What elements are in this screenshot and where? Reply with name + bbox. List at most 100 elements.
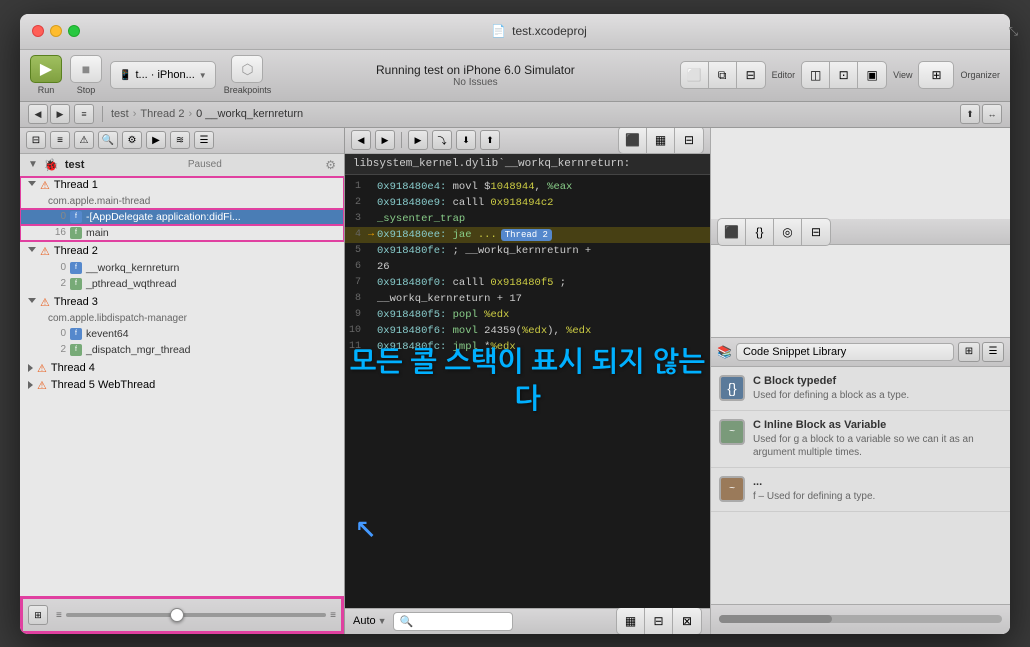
forward-button[interactable]: ▶ (50, 104, 70, 124)
code-line-8: 8 __workq_kernreturn + 17 (345, 291, 710, 307)
snippet-grid-btn[interactable]: ⊞ (958, 342, 980, 362)
breadcrumb-func[interactable]: 0 __workq_kernreturn (196, 108, 303, 120)
arrow-annotation: ↖ (355, 505, 377, 548)
status-sub-text: No Issues (453, 77, 497, 88)
frame-2-pthread[interactable]: 2 f _pthread_wqthread (20, 276, 344, 292)
snippet-list-btn[interactable]: ☰ (982, 342, 1004, 362)
sidebar-btn-3[interactable]: ⚠ (74, 131, 94, 149)
frame-0-workq[interactable]: 0 f __workq_kernreturn (20, 260, 344, 276)
thread1-toggle[interactable] (28, 181, 36, 190)
code-editor: libsystem_kernel.dylib`__workq_kernretur… (345, 154, 710, 608)
search-icon: 🔍 (400, 615, 414, 628)
sidebar-btn-6[interactable]: ▶ (146, 131, 166, 149)
snippet-library-icon: 📚 (717, 345, 732, 359)
version-editor-btn[interactable]: ⊟ (737, 61, 765, 89)
thread4-toggle[interactable] (28, 364, 33, 372)
related-btn[interactable]: ↔ (982, 104, 1002, 124)
editor-play-btn[interactable]: ▶ (408, 130, 428, 150)
sidebar-btn-5[interactable]: ⚙ (122, 131, 142, 149)
debug-vars-btn[interactable]: ▦ (647, 128, 675, 155)
minimize-button[interactable] (50, 25, 62, 37)
thread3-header[interactable]: ⚠ Thread 3 (20, 294, 344, 311)
frame-16-main[interactable]: 16 f main (20, 225, 344, 241)
debug-console-btn[interactable]: ⬛ (619, 128, 647, 155)
sidebar-btn-8[interactable]: ☰ (194, 131, 214, 149)
search-box[interactable]: 🔍 (393, 612, 513, 631)
organizer-button[interactable]: ⊞ (918, 61, 954, 89)
panel-btn-3[interactable]: ◎ (774, 218, 802, 246)
run-button[interactable]: ▶ Run (30, 55, 62, 95)
panel-btn-2[interactable]: {} (746, 218, 774, 246)
snippet-selector[interactable]: Code Snippet Library (736, 343, 954, 361)
snippet-text-0: C Block typedef Used for defining a bloc… (753, 375, 909, 402)
debug-grid-btn[interactable]: ⊞ (28, 605, 48, 625)
editor-step-out-btn[interactable]: ⬆ (480, 130, 500, 150)
scheme-selector[interactable]: 📱 t... · iPhon... ▼ (110, 61, 216, 89)
sidebar-toggle[interactable]: ≡ (74, 104, 94, 124)
assistant-editor-btn[interactable]: ⧉ (709, 61, 737, 89)
thread2-icon: ⚠ (40, 245, 50, 258)
sidebar-btn-2[interactable]: ≡ (50, 131, 70, 149)
thread4-header[interactable]: ⚠ Thread 4 (20, 360, 344, 377)
resize-icon: ⤡ (1008, 24, 1010, 39)
back-button[interactable]: ◀ (28, 104, 48, 124)
editor-forward-btn[interactable]: ▶ (375, 130, 395, 150)
thread5-label: Thread 5 WebThread (51, 379, 155, 391)
stop-button[interactable]: ■ Stop (70, 55, 102, 95)
standard-editor-btn[interactable]: ⬜ (681, 61, 709, 89)
snippet-text-2: ... f – Used for defining a type. (753, 476, 875, 503)
settings-icon[interactable]: ⚙ (325, 158, 336, 172)
sidebar-btn-7[interactable]: ≋ (170, 131, 190, 149)
thread2-header[interactable]: ⚠ Thread 2 (20, 243, 344, 260)
nav-toggle-btn[interactable]: ◫ (802, 61, 830, 89)
debug-session-header: ▼ 🐞 test Paused ⚙ (20, 154, 344, 177)
breakpoints-button[interactable]: ⬡ Breakpoints (224, 55, 272, 95)
debug-split-btn[interactable]: ⊟ (675, 128, 703, 155)
thread5-header[interactable]: ⚠ Thread 5 WebThread (20, 377, 344, 394)
snippet-item-0[interactable]: {} C Block typedef Used for defining a b… (711, 367, 1010, 411)
breadcrumb-actions: ⬆ ↔ (960, 104, 1002, 124)
snippet-item-2[interactable]: ~ ... f – Used for defining a type. (711, 468, 1010, 512)
slider-max-icon: ≡ (330, 610, 336, 621)
snippet-item-1[interactable]: ~ C Inline Block as Variable Used for g … (711, 411, 1010, 468)
breadcrumb-test[interactable]: test (111, 108, 129, 120)
breadcrumb-thread2[interactable]: Thread 2 (140, 108, 184, 120)
thread1-header[interactable]: ⚠ Thread 1 (20, 177, 344, 194)
editor-step-btn[interactable]: ⤵ (432, 130, 452, 150)
close-button[interactable] (32, 25, 44, 37)
frame-2-dispatch[interactable]: 2 f _dispatch_mgr_thread (20, 342, 344, 358)
thread5-toggle[interactable] (28, 381, 33, 389)
frame-0-appdelegate[interactable]: 0 f -[AppDelegate application:didFi... (20, 209, 344, 225)
panel-scrollbar[interactable] (719, 615, 1002, 623)
frame-0-kevent[interactable]: 0 f kevent64 (20, 326, 344, 342)
panel-btn-4[interactable]: ⊟ (802, 218, 830, 246)
panel-scrollbar-thumb[interactable] (719, 615, 832, 623)
slider-min-icon: ≡ (56, 610, 62, 621)
sidebar-header: ⊟ ≡ ⚠ 🔍 ⚙ ▶ ≋ ☰ (20, 128, 344, 154)
thread1-icon: ⚠ (40, 179, 50, 192)
thread3-icon: ⚠ (40, 296, 50, 309)
snippet-library-header: 📚 Code Snippet Library ⊞ ☰ (711, 338, 1010, 367)
thread2-toggle[interactable] (28, 247, 36, 256)
sidebar-btn-1[interactable]: ⊟ (26, 131, 46, 149)
split-btn[interactable]: ⊠ (673, 607, 701, 634)
slider-track[interactable] (66, 613, 326, 617)
slider-thumb[interactable] (170, 608, 184, 622)
open-in-tab-btn[interactable]: ⬆ (960, 104, 980, 124)
thread5-icon: ⚠ (37, 379, 47, 392)
sidebar-btn-4[interactable]: 🔍 (98, 131, 118, 149)
zoom-button[interactable] (68, 25, 80, 37)
thread3-toggle[interactable] (28, 298, 36, 307)
editor-step-in-btn[interactable]: ⬇ (456, 130, 476, 150)
console-btn[interactable]: ⊟ (645, 607, 673, 634)
search-input[interactable] (417, 615, 497, 627)
util-toggle-btn[interactable]: ▣ (858, 61, 886, 89)
session-triangle[interactable]: ▼ (28, 159, 38, 170)
stack-depth-slider[interactable]: ≡ ≡ (56, 610, 336, 621)
vars-btn[interactable]: ▦ (617, 607, 645, 634)
thread1-highlight: ⚠ Thread 1 com.apple.main-thread 0 f -[A… (20, 177, 344, 241)
panel-btn-1[interactable]: ⬛ (718, 218, 746, 246)
auto-selector[interactable]: Auto ▼ (353, 615, 387, 627)
editor-back-btn[interactable]: ◀ (351, 130, 371, 150)
debug-toggle-btn[interactable]: ⊡ (830, 61, 858, 89)
